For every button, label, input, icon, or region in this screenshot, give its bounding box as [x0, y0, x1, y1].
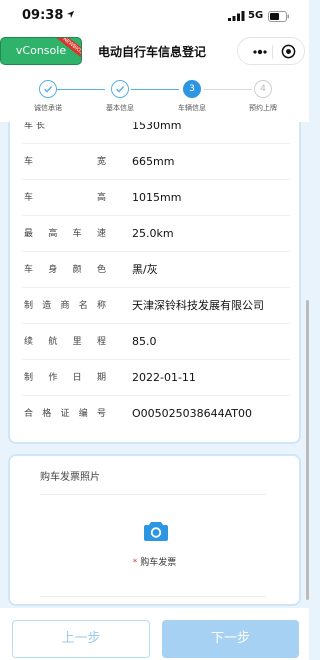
- info-value: 85.0: [132, 335, 157, 348]
- step-2: 基本信息: [85, 80, 155, 113]
- info-row: 最高车速 25.0km: [22, 216, 290, 252]
- more-icon[interactable]: [252, 46, 268, 58]
- info-row: 车高 1015mm: [22, 180, 290, 216]
- step-progress: 诚信承诺 基本信息 3 车辆信息 4 预约上牌: [0, 70, 309, 122]
- divider: [40, 596, 266, 597]
- next-step-button[interactable]: 下一步: [162, 620, 299, 658]
- info-label: 车高: [24, 193, 106, 203]
- network-type: 5G: [248, 10, 264, 21]
- page-title: 电动自行车信息登记: [98, 45, 207, 59]
- signal-icon: [228, 11, 245, 21]
- step-number: 4: [254, 80, 272, 98]
- step-label: 基本信息: [106, 104, 134, 112]
- navigation-bar: vConsole NEWBIOS 电动自行车信息登记: [0, 32, 309, 70]
- vconsole-button[interactable]: vConsole NEWBIOS: [0, 37, 82, 65]
- info-value: 1530mm: [132, 122, 182, 132]
- status-time: 09:38: [22, 8, 64, 23]
- step-done-icon: [111, 80, 129, 98]
- info-label: 车 长: [24, 122, 45, 131]
- battery-icon: [268, 11, 289, 22]
- step-4: 4 预约上牌: [228, 80, 298, 113]
- info-value: 25.0km: [132, 227, 174, 240]
- step-1: 诚信承诺: [13, 80, 83, 113]
- info-label: 车身颜色: [24, 265, 106, 275]
- info-row-partial: 车 长 1530mm: [22, 122, 290, 144]
- camera-icon[interactable]: [143, 520, 169, 542]
- info-value: 1015mm: [132, 191, 182, 204]
- info-row: 车身颜色 黑/灰: [22, 252, 290, 288]
- step-number: 3: [183, 80, 201, 98]
- info-label: 最高车速: [24, 229, 106, 239]
- previous-step-button[interactable]: 上一步: [12, 620, 150, 658]
- info-label: 车宽: [24, 157, 106, 167]
- step-label: 车辆信息: [178, 104, 206, 112]
- location-arrow-icon: [66, 10, 75, 19]
- mini-program-capsule: [237, 37, 305, 65]
- scrollbar[interactable]: [306, 300, 309, 600]
- vconsole-label: vConsole: [15, 44, 67, 57]
- step-3: 3 车辆信息: [157, 80, 227, 113]
- info-row: 续航里程 85.0: [22, 324, 290, 360]
- info-row: 合格证编号 O005025038644AT00: [22, 396, 290, 432]
- info-value: 天津深铃科技发展有限公司: [132, 299, 264, 312]
- status-bar: 09:38 5G: [0, 0, 309, 32]
- divider: [40, 494, 266, 495]
- info-row: 制作日期 2022-01-11: [22, 360, 290, 396]
- info-label: 制作日期: [24, 373, 106, 383]
- info-value: 2022-01-11: [132, 371, 196, 384]
- info-value: 665mm: [132, 155, 175, 168]
- invoice-upload-label: * 购车发票: [10, 555, 299, 568]
- info-label: 合格证编号: [24, 409, 106, 419]
- info-label: 制造商名称: [24, 301, 106, 311]
- step-label: 诚信承诺: [34, 104, 62, 112]
- info-label: 续航里程: [24, 337, 106, 347]
- step-label: 预约上牌: [249, 104, 277, 112]
- invoice-upload-text: 购车发票: [140, 558, 177, 568]
- close-mini-program-icon[interactable]: [281, 44, 296, 59]
- info-row: 车宽 665mm: [22, 144, 290, 180]
- vehicle-info-card: 车 长 1530mm 车宽 665mm 车高 1015mm 最高车速 25.0km 车身颜色…: [8, 122, 301, 444]
- info-value: O005025038644AT00: [132, 407, 253, 420]
- bottom-action-bar: 上一步 下一步: [0, 608, 309, 660]
- invoice-photo-title: 购车发票照片: [40, 472, 100, 483]
- info-value: 黑/灰: [132, 263, 158, 276]
- capsule-divider: [272, 45, 273, 59]
- required-mark: *: [132, 558, 138, 568]
- invoice-photo-card: 购车发票照片 * 购车发票: [8, 454, 301, 606]
- step-done-icon: [39, 80, 57, 98]
- info-row: 制造商名称 天津深铃科技发展有限公司: [22, 288, 290, 324]
